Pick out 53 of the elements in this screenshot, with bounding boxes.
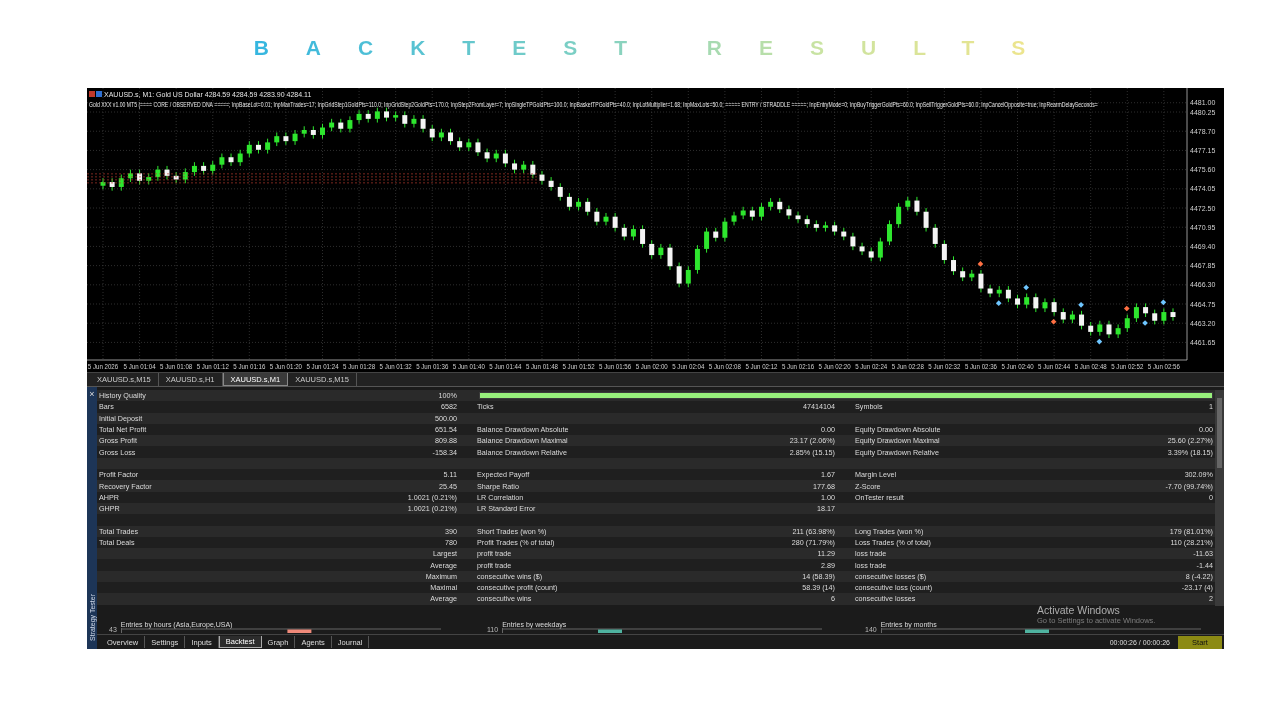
trade-marker <box>995 300 1002 307</box>
candlestick <box>923 207 929 233</box>
candlestick <box>676 262 682 288</box>
candlestick <box>612 212 618 233</box>
window-icon[interactable] <box>96 91 102 97</box>
candlestick <box>667 243 673 271</box>
candlestick <box>1033 292 1039 313</box>
candlestick <box>292 129 298 146</box>
candlestick <box>1042 297 1048 313</box>
candlestick <box>896 202 902 229</box>
candlestick <box>484 148 490 163</box>
candlestick <box>941 239 947 265</box>
candlestick <box>1170 307 1176 322</box>
close-button[interactable]: × <box>87 390 97 399</box>
candlestick <box>786 205 792 220</box>
candlestick <box>283 131 289 146</box>
activation-title: Activate Windows <box>1037 604 1120 616</box>
candlestick <box>603 212 609 226</box>
candlestick <box>1079 310 1085 330</box>
candlestick <box>722 217 728 242</box>
trade-marker <box>1160 299 1167 306</box>
candlestick <box>932 223 938 249</box>
candlestick <box>548 176 554 192</box>
candlestick <box>795 211 801 224</box>
candlestick <box>694 244 700 275</box>
candlestick <box>685 265 691 288</box>
candlestick <box>914 196 920 216</box>
trade-marker <box>1050 318 1057 325</box>
candlestick <box>887 219 892 246</box>
trade-marker <box>1023 284 1029 291</box>
candlestick <box>356 109 362 125</box>
candlestick <box>640 224 646 249</box>
candlestick <box>658 243 664 260</box>
candlestick <box>539 170 545 185</box>
candlestick <box>1133 302 1139 323</box>
candlestick <box>859 242 865 256</box>
candlestick <box>228 153 234 167</box>
panel-icon[interactable] <box>89 91 95 97</box>
candlestick <box>411 114 417 129</box>
scroll-bar[interactable] <box>1215 390 1224 606</box>
trade-marker <box>977 261 984 267</box>
trade-marker <box>1123 305 1130 312</box>
candlestick <box>951 255 957 276</box>
trade-marker <box>1078 302 1084 308</box>
candlestick <box>649 239 655 260</box>
candlestick <box>877 237 883 262</box>
trade-marker <box>1096 338 1103 345</box>
candlestick <box>1051 297 1057 317</box>
candlestick <box>704 227 710 254</box>
candlestick <box>1115 323 1121 339</box>
trade-marker <box>1142 320 1148 326</box>
candlestick <box>978 269 984 293</box>
candlestick <box>850 232 856 251</box>
